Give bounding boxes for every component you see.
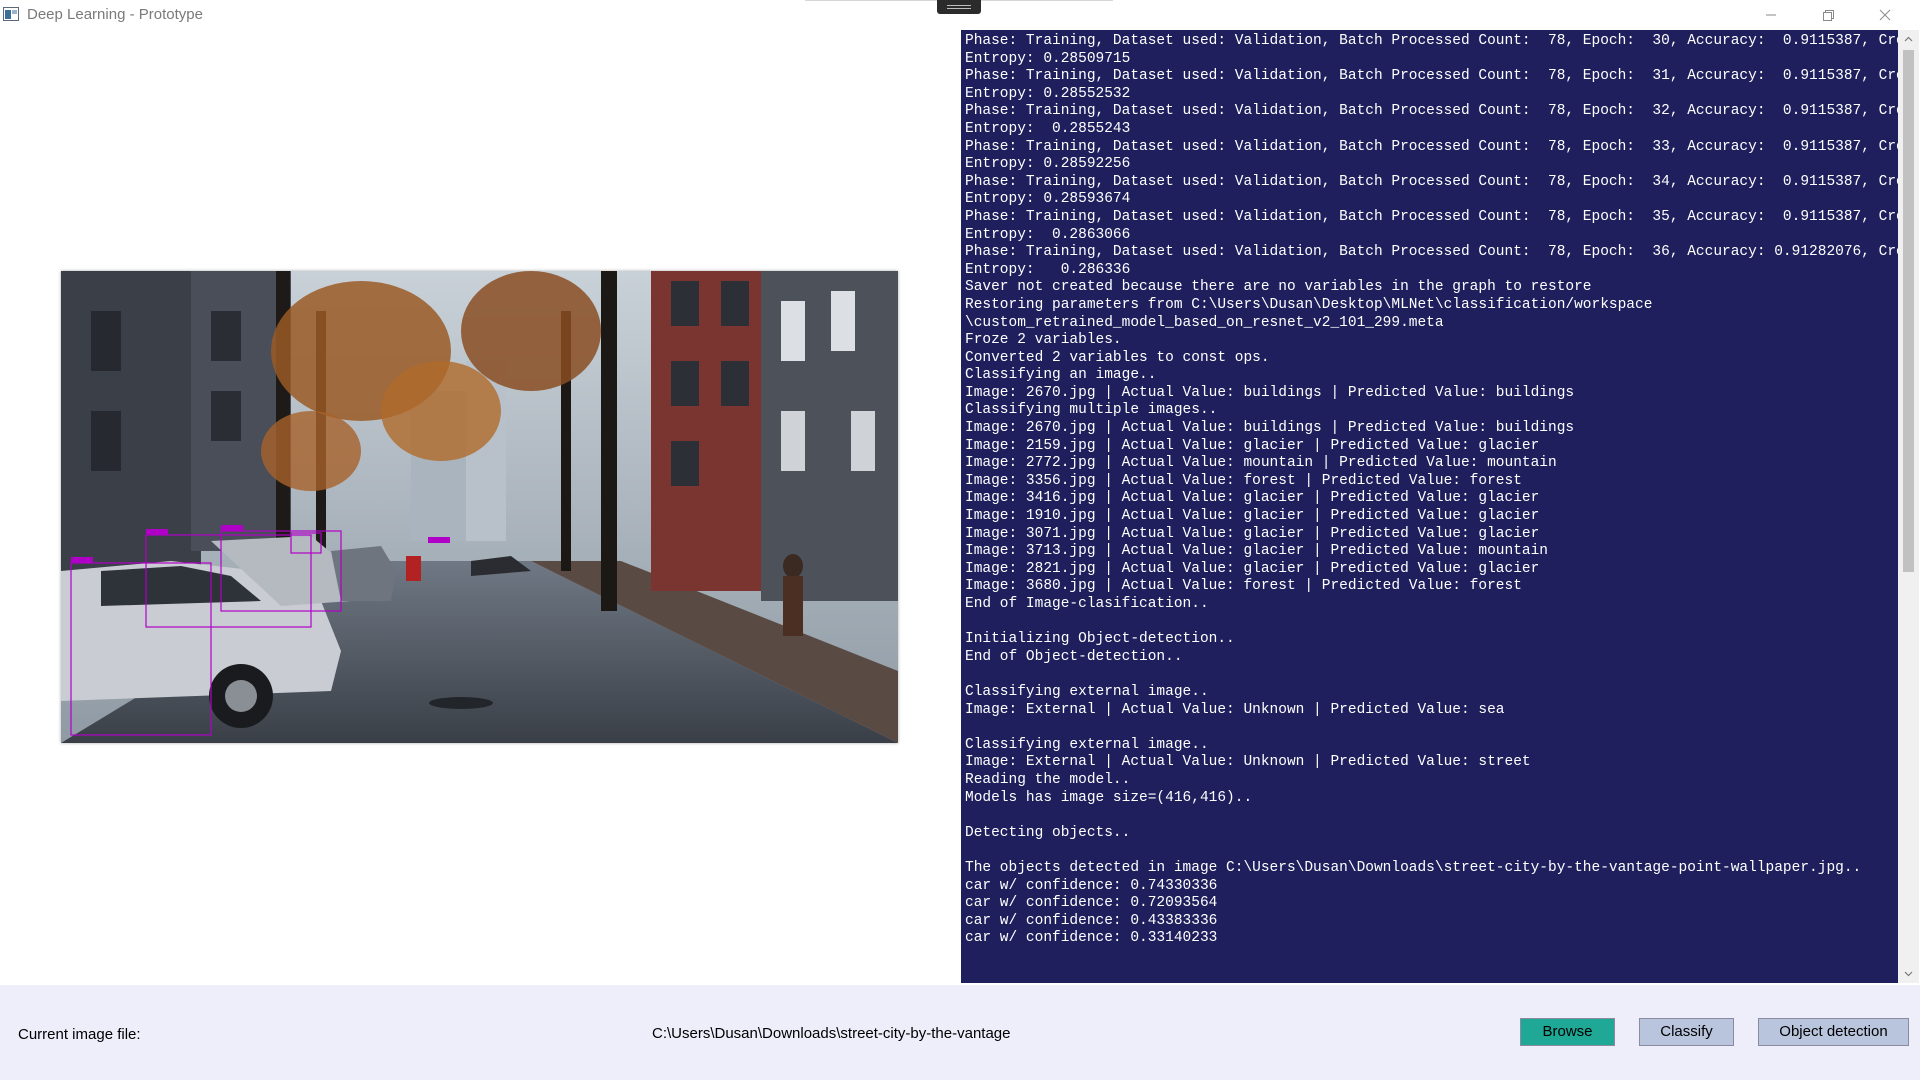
console-line: Phase: Training, Dataset used: Validatio… bbox=[965, 138, 1898, 155]
console-lines: Phase: Training, Dataset used: Validatio… bbox=[965, 33, 1898, 948]
console-line: Entropy: 0.2855243 bbox=[965, 120, 1131, 137]
console-line: Models has image size=(416,416).. bbox=[965, 789, 1253, 806]
close-icon bbox=[1879, 9, 1891, 21]
browse-button[interactable]: Browse bbox=[1520, 1018, 1615, 1046]
console-line: Detecting objects.. bbox=[965, 824, 1131, 841]
console-line: Image: 2821.jpg | Actual Value: glacier … bbox=[965, 560, 1540, 577]
console-line: End of Image-clasification.. bbox=[965, 596, 1209, 612]
console-line: Entropy: 0.28552532 bbox=[965, 85, 1131, 102]
app-icon bbox=[3, 7, 19, 21]
console-line: Phase: Training, Dataset used: Validatio… bbox=[965, 103, 1898, 120]
console-line: Phase: Training, Dataset used: Validatio… bbox=[965, 68, 1898, 85]
console-line: Image: 2159.jpg | Actual Value: glacier … bbox=[965, 437, 1540, 454]
console-line: Entropy: 0.2863066 bbox=[965, 226, 1131, 243]
detection-label bbox=[71, 557, 93, 563]
console-line: Phase: Training, Dataset used: Validatio… bbox=[965, 208, 1898, 225]
console-line: Image: 1910.jpg | Actual Value: glacier … bbox=[965, 508, 1540, 525]
window-title: Deep Learning - Prototype bbox=[27, 6, 203, 23]
title-bar: Deep Learning - Prototype bbox=[0, 0, 1920, 30]
title-divider bbox=[981, 0, 1113, 1]
detection-label bbox=[146, 529, 168, 535]
drag-handle-icon[interactable] bbox=[937, 0, 981, 14]
console-line: Entropy: 0.286336 bbox=[965, 261, 1131, 278]
console-line: Image: 2670.jpg | Actual Value: building… bbox=[965, 420, 1575, 437]
scroll-thumb[interactable] bbox=[1903, 50, 1914, 572]
console-line: Phase: Training, Dataset used: Validatio… bbox=[965, 244, 1898, 261]
title-divider bbox=[805, 0, 937, 1]
object-detection-button[interactable]: Object detection bbox=[1758, 1018, 1909, 1046]
console-line: car w/ confidence: 0.33140233 bbox=[965, 930, 1218, 947]
console-line: Phase: Training, Dataset used: Validatio… bbox=[965, 33, 1898, 49]
console-line: Image: 3680.jpg | Actual Value: forest |… bbox=[965, 578, 1522, 595]
console-line: Classifying external image.. bbox=[965, 736, 1209, 753]
console-line: Image: External | Actual Value: Unknown … bbox=[965, 754, 1531, 771]
console-line: Saver not created because there are no v… bbox=[965, 279, 1592, 296]
console-line: Image: 3713.jpg | Actual Value: glacier … bbox=[965, 543, 1548, 560]
console-line: car w/ confidence: 0.43383336 bbox=[965, 912, 1218, 929]
console-line: Entropy: 0.28593674 bbox=[965, 191, 1131, 208]
console-line: \custom_retrained_model_based_on_resnet_… bbox=[965, 314, 1444, 331]
console-line: Image: 2670.jpg | Actual Value: building… bbox=[965, 384, 1575, 401]
console-line: Entropy: 0.28509715 bbox=[965, 50, 1131, 67]
classify-button[interactable]: Classify bbox=[1639, 1018, 1734, 1046]
console-line: Reading the model.. bbox=[965, 771, 1131, 788]
console-scrollbar[interactable] bbox=[1898, 30, 1919, 983]
console-line: Froze 2 variables. bbox=[965, 332, 1122, 349]
restore-icon bbox=[1823, 10, 1834, 21]
console-line: Initializing Object-detection.. bbox=[965, 631, 1235, 648]
console-line: Phase: Training, Dataset used: Validatio… bbox=[965, 173, 1898, 190]
minimize-icon bbox=[1766, 14, 1776, 16]
console-line: Restoring parameters from C:\Users\Dusan… bbox=[965, 296, 1653, 313]
current-image-label: Current image file: bbox=[18, 1026, 141, 1043]
image-preview bbox=[61, 271, 898, 743]
detection-label bbox=[428, 537, 450, 543]
console-line: Image: 3416.jpg | Actual Value: glacier … bbox=[965, 490, 1540, 507]
console-line: Image: 2772.jpg | Actual Value: mountain… bbox=[965, 455, 1557, 472]
detection-label bbox=[221, 525, 243, 531]
console-line: car w/ confidence: 0.74330336 bbox=[965, 877, 1218, 894]
console-line: car w/ confidence: 0.72093564 bbox=[965, 895, 1218, 912]
restore-button[interactable] bbox=[1805, 0, 1851, 30]
console-line: Converted 2 variables to const ops. bbox=[965, 349, 1270, 366]
minimize-button[interactable] bbox=[1748, 0, 1794, 30]
current-image-path: C:\Users\Dusan\Downloads\street-city-by-… bbox=[652, 1025, 1011, 1042]
console-line: Image: 3356.jpg | Actual Value: forest |… bbox=[965, 472, 1522, 489]
console-line: End of Object-detection.. bbox=[965, 648, 1183, 665]
console-output[interactable]: Phase: Training, Dataset used: Validatio… bbox=[961, 30, 1898, 983]
console-line: Classifying multiple images.. bbox=[965, 402, 1218, 419]
console-pane: Phase: Training, Dataset used: Validatio… bbox=[962, 30, 1898, 983]
scroll-up-icon[interactable] bbox=[1903, 34, 1914, 45]
console-line: Image: 3071.jpg | Actual Value: glacier … bbox=[965, 525, 1540, 542]
console-line: Classifying an image.. bbox=[965, 367, 1157, 384]
console-line: The objects detected in image C:\Users\D… bbox=[965, 859, 1862, 876]
scroll-down-icon[interactable] bbox=[1903, 968, 1914, 979]
close-button[interactable] bbox=[1862, 0, 1908, 30]
console-line: Classifying external image.. bbox=[965, 683, 1209, 700]
console-line: Image: External | Actual Value: Unknown … bbox=[965, 701, 1505, 718]
console-line: Entropy: 0.28592256 bbox=[965, 156, 1131, 173]
street-photo bbox=[61, 271, 898, 743]
